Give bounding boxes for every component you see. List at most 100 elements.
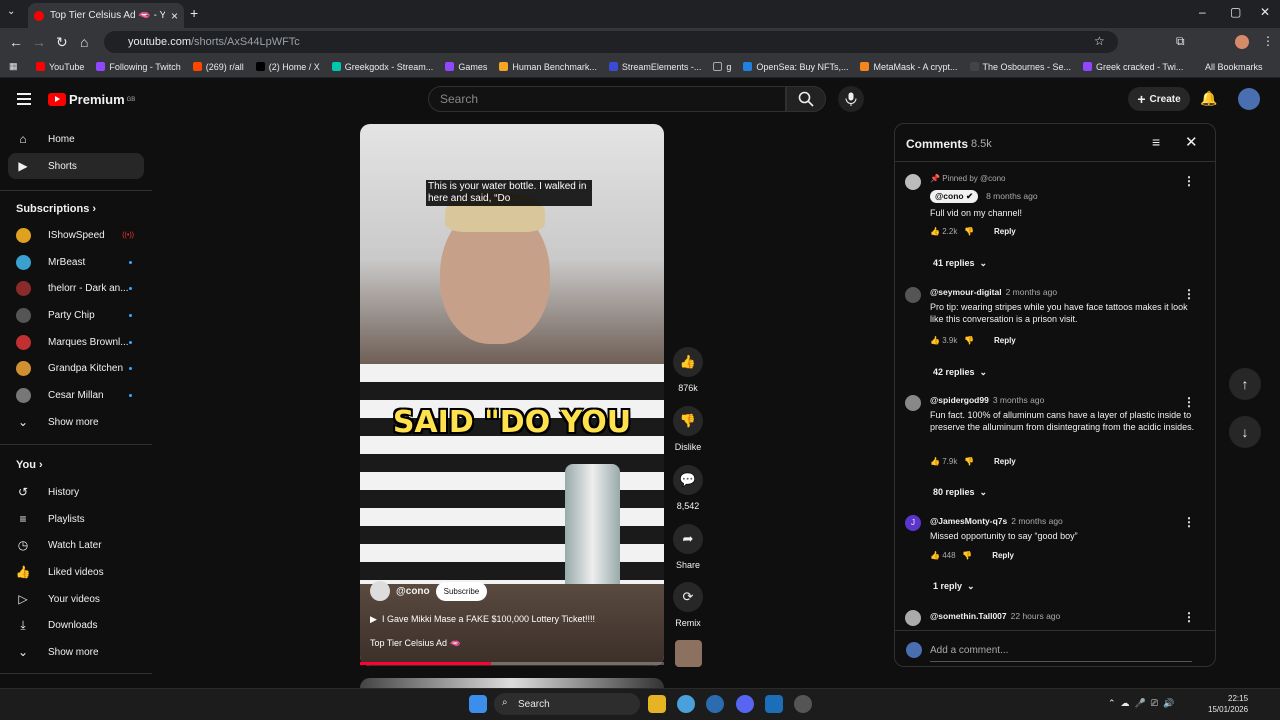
extensions-icon[interactable]: ⧉ bbox=[1176, 34, 1185, 49]
maximize-icon[interactable]: ▢ bbox=[1230, 5, 1241, 19]
bookmark-item[interactable]: Greek cracked - Twi... bbox=[1083, 62, 1183, 72]
taskbar-clock[interactable]: 22:15 15/01/2026 bbox=[1208, 693, 1248, 715]
menu-hamburger-icon[interactable] bbox=[17, 93, 31, 108]
bookmark-item[interactable]: YouTube bbox=[36, 62, 84, 72]
tab-close-icon[interactable]: × bbox=[171, 9, 178, 23]
search-button[interactable] bbox=[786, 86, 826, 112]
subscribe-button[interactable]: Subscribe bbox=[435, 581, 488, 601]
bookmark-item[interactable]: Following - Twitch bbox=[96, 62, 181, 72]
dislike-icon[interactable]: 👎 bbox=[964, 227, 974, 236]
like-button[interactable]: 👍 bbox=[673, 347, 703, 377]
menu-dots-icon[interactable]: ⋮ bbox=[1262, 34, 1274, 48]
channel-avatar[interactable] bbox=[370, 581, 390, 601]
voice-search-button[interactable] bbox=[838, 86, 864, 112]
comment-menu-icon[interactable]: ⋮ bbox=[1183, 395, 1195, 409]
bookmark-item[interactable]: (269) r/all bbox=[192, 62, 244, 72]
comment-author[interactable]: @seymour-digital 2 months ago bbox=[930, 287, 1057, 297]
minimize-icon[interactable]: – bbox=[1199, 5, 1206, 19]
account-avatar[interactable] bbox=[1238, 88, 1260, 110]
dislike-button[interactable]: 👎 bbox=[673, 406, 703, 436]
create-button[interactable]: + Create bbox=[1128, 87, 1190, 111]
comment-avatar[interactable] bbox=[905, 287, 921, 303]
subscription-item[interactable]: Grandpa Kitchen bbox=[8, 355, 144, 381]
home-icon[interactable]: ⌂ bbox=[80, 34, 88, 50]
start-menu-icon[interactable] bbox=[469, 695, 487, 713]
all-bookmarks[interactable]: All Bookmarks bbox=[1205, 62, 1263, 72]
reload-icon[interactable]: ↻ bbox=[56, 34, 68, 51]
replies-toggle[interactable]: 42 replies ⌄ bbox=[933, 367, 987, 378]
subscription-item[interactable]: MrBeast bbox=[8, 249, 144, 275]
security-shield-icon[interactable] bbox=[765, 695, 783, 713]
window-close-icon[interactable]: ✕ bbox=[1260, 5, 1270, 19]
video-title-link[interactable]: ▶ I Gave Mikki Mase a FAKE $100,000 Lott… bbox=[370, 614, 595, 625]
reply-button[interactable]: Reply bbox=[994, 457, 1016, 466]
like-icon[interactable]: 👍 bbox=[930, 336, 940, 345]
like-icon[interactable]: 👍 bbox=[930, 551, 940, 560]
comment-author[interactable]: @spidergod99 3 months ago bbox=[930, 395, 1044, 405]
back-icon[interactable]: ← bbox=[9, 34, 23, 50]
search-input[interactable]: Search bbox=[428, 86, 786, 112]
sidebar-item-downloads[interactable]: ⤓ Downloads bbox=[8, 612, 144, 638]
share-button[interactable]: ➦ bbox=[673, 524, 703, 554]
subscription-item[interactable]: Cesar Millan bbox=[8, 382, 144, 408]
comment-avatar[interactable] bbox=[905, 174, 921, 190]
sidebar-item-liked[interactable]: 👍 Liked videos bbox=[8, 559, 144, 585]
bookmark-item[interactable]: MetaMask - A crypt... bbox=[860, 62, 958, 72]
channel-name[interactable]: @cono bbox=[396, 586, 430, 597]
new-tab-icon[interactable]: + bbox=[190, 5, 198, 21]
sidebar-item-shorts[interactable]: ▶ Shorts bbox=[8, 153, 144, 179]
comment-avatar[interactable] bbox=[905, 610, 921, 626]
replies-toggle[interactable]: 41 replies ⌄ bbox=[933, 258, 987, 269]
replies-toggle[interactable]: 80 replies ⌄ bbox=[933, 487, 987, 498]
sort-icon[interactable]: ≡ bbox=[1152, 134, 1160, 150]
reply-button[interactable]: Reply bbox=[992, 551, 1014, 560]
reply-button[interactable]: Reply bbox=[994, 336, 1016, 345]
comment-author[interactable]: @JamesMonty-q7s 2 months ago bbox=[930, 516, 1063, 526]
sound-thumbnail[interactable] bbox=[675, 640, 702, 667]
reply-button[interactable]: Reply bbox=[994, 227, 1016, 236]
notifications-bell-icon[interactable]: 🔔 bbox=[1200, 90, 1217, 107]
you-show-more[interactable]: ⌄ Show more bbox=[8, 639, 144, 665]
comment-menu-icon[interactable]: ⋮ bbox=[1183, 515, 1195, 529]
subscriptions-header[interactable]: Subscriptions › bbox=[16, 203, 96, 215]
bookmark-item[interactable]: The Osbournes - Se... bbox=[969, 62, 1071, 72]
bookmark-item[interactable]: OpenSea: Buy NFTs,... bbox=[743, 62, 848, 72]
dislike-icon[interactable]: 👎 bbox=[964, 336, 974, 345]
subscription-item[interactable]: Party Chip bbox=[8, 302, 144, 328]
comment-avatar[interactable] bbox=[905, 395, 921, 411]
sidebar-item-playlists[interactable]: ≡ Playlists bbox=[8, 506, 144, 532]
subscription-item[interactable]: Marques Brownl... bbox=[8, 329, 144, 355]
comment-author[interactable]: @somethin.Tall007 22 hours ago bbox=[930, 611, 1060, 621]
previous-short-button[interactable]: ↑ bbox=[1229, 368, 1261, 400]
video-progress-bar[interactable] bbox=[360, 662, 664, 665]
file-explorer-icon[interactable] bbox=[648, 695, 666, 713]
like-icon[interactable]: 👍 bbox=[930, 457, 940, 466]
taskbar-search[interactable]: ⌕ Search bbox=[494, 693, 640, 715]
bookmark-item[interactable]: Greekgodx - Stream... bbox=[331, 62, 433, 72]
bookmark-item[interactable]: StreamElements -... bbox=[608, 62, 701, 72]
bookmark-item[interactable]: Human Benchmark... bbox=[499, 62, 597, 72]
replies-toggle[interactable]: 1 reply ⌄ bbox=[933, 581, 975, 592]
url-field[interactable]: youtube.com/shorts/AxS44LpWFTc bbox=[104, 31, 1118, 53]
comment-author[interactable]: @cono ✔ 8 months ago bbox=[930, 190, 1038, 203]
like-icon[interactable]: 👍 bbox=[930, 227, 940, 236]
comment-menu-icon[interactable]: ⋮ bbox=[1183, 174, 1195, 188]
comment-menu-icon[interactable]: ⋮ bbox=[1183, 287, 1195, 301]
dislike-icon[interactable]: 👎 bbox=[964, 457, 974, 466]
bookmark-item[interactable]: Games bbox=[445, 62, 487, 72]
video-tag[interactable]: Top Tier Celsius Ad 🫦 bbox=[370, 638, 461, 649]
remix-button[interactable]: ⟳ bbox=[673, 582, 703, 612]
you-header[interactable]: You › bbox=[16, 459, 43, 471]
sidebar-item-home[interactable]: ⌂ Home bbox=[8, 126, 144, 152]
forward-icon[interactable]: → bbox=[32, 34, 46, 50]
subscription-item[interactable]: thelorr - Dark an... bbox=[8, 275, 144, 301]
discord-icon[interactable] bbox=[736, 695, 754, 713]
subscriptions-show-more[interactable]: ⌄ Show more bbox=[8, 409, 144, 435]
profile-icon[interactable] bbox=[1235, 35, 1249, 49]
subscription-item[interactable]: IShowSpeed ((•)) bbox=[8, 222, 144, 248]
dislike-icon[interactable]: 👎 bbox=[962, 551, 972, 560]
comment-menu-icon[interactable]: ⋮ bbox=[1183, 610, 1195, 624]
bookmark-star-icon[interactable]: ☆ bbox=[1094, 34, 1105, 48]
apps-grid-icon[interactable]: ▦ bbox=[9, 61, 18, 72]
youtube-premium-logo[interactable]: Premium GB bbox=[48, 92, 135, 107]
